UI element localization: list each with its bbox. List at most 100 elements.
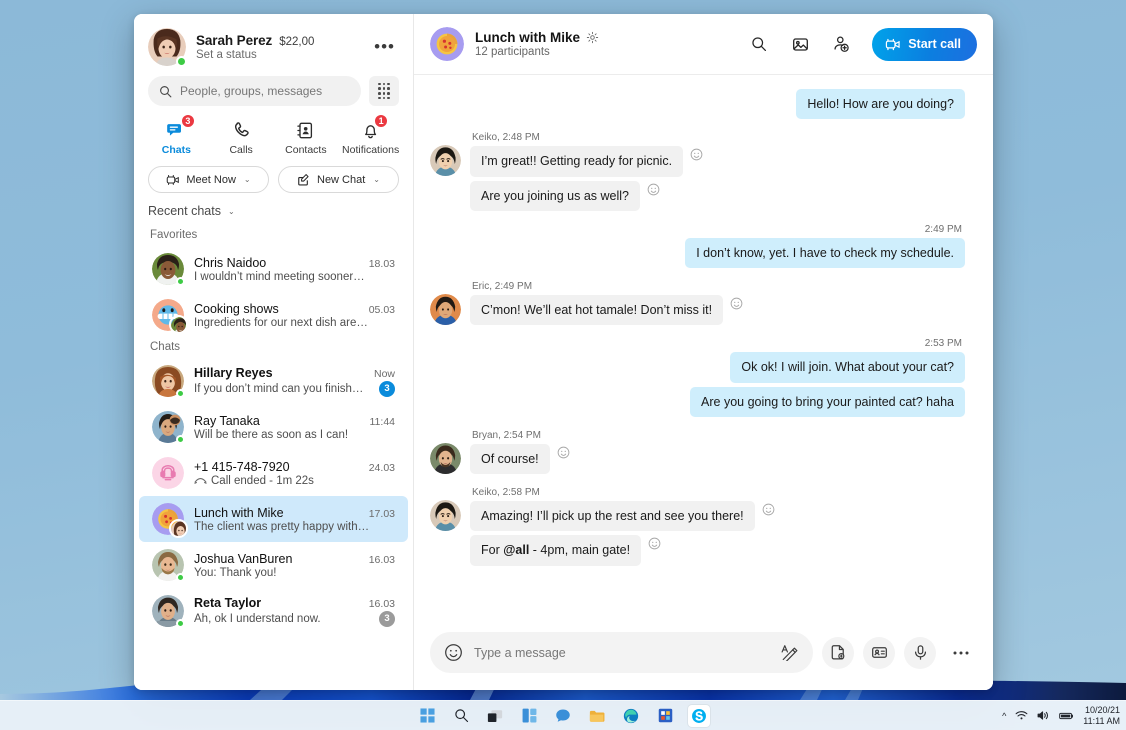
message-stack: Keiko, 2:58 PMAmazing! I’ll pick up the … — [470, 487, 775, 570]
message-bubble[interactable]: Ok ok! I will join. What about your cat? — [730, 352, 965, 382]
tab-calls[interactable]: Calls — [209, 118, 274, 156]
dialpad-icon[interactable] — [369, 76, 399, 106]
message-bubble[interactable]: Are you going to bring your painted cat?… — [690, 387, 965, 417]
chat-item-name: Hillary Reyes — [194, 366, 273, 380]
avatar-image — [430, 443, 461, 474]
chat-list-item[interactable]: Chris Naidoo18.03I wouldn’t mind meeting… — [139, 246, 408, 292]
search-conversation-button[interactable] — [744, 29, 774, 59]
widgets-button[interactable] — [518, 705, 540, 727]
message-input[interactable]: Type a message — [430, 632, 813, 673]
message-row: Hello! How are you doing? — [796, 89, 965, 119]
meet-now-label: Meet Now — [186, 174, 236, 186]
message-group: 2:53 PM Ok ok! I will join. What about yo… — [430, 338, 965, 421]
smiley-icon[interactable] — [444, 643, 463, 662]
message-sender-avatar[interactable] — [430, 500, 461, 531]
start-button[interactable] — [416, 705, 438, 727]
recent-chats-header[interactable]: Recent chats ⌄ — [134, 203, 413, 226]
video-camera-icon — [166, 174, 180, 186]
message-stack: 2:49 PMI don’t know, yet. I have to chec… — [685, 224, 965, 272]
chat-item-time: Now — [374, 368, 395, 380]
skype-button[interactable] — [688, 705, 710, 727]
profile-status[interactable]: Set a status — [196, 49, 360, 61]
clock[interactable]: 10/20/21 11:11 AM — [1083, 705, 1120, 726]
message-sender-avatar[interactable] — [430, 294, 461, 325]
tab-contacts[interactable]: Contacts — [274, 118, 339, 156]
chevron-down-icon[interactable]: ⌄ — [373, 175, 380, 184]
store-button[interactable] — [654, 705, 676, 727]
chevron-down-icon[interactable]: ⌄ — [228, 207, 235, 216]
add-reaction-icon[interactable] — [648, 537, 661, 550]
search-input[interactable]: People, groups, messages — [148, 76, 361, 106]
message-list[interactable]: Hello! How are you doing?Keiko, 2:48 PMI… — [414, 75, 993, 624]
wifi-icon[interactable] — [1015, 710, 1028, 721]
profile-row[interactable]: Sarah Perez $22,00 Set a status ••• — [134, 14, 413, 74]
chat-item-time: 24.03 — [369, 462, 395, 474]
message-bubble[interactable]: For @all - 4pm, main gate! — [470, 535, 641, 565]
edge-button[interactable] — [620, 705, 642, 727]
chat-list-item[interactable]: Hillary ReyesNowIf you don’t mind can yo… — [139, 358, 408, 404]
add-people-button[interactable] — [826, 29, 856, 59]
tray-overflow-button[interactable]: ^ — [1002, 711, 1006, 721]
gear-icon[interactable] — [586, 31, 599, 44]
conversation-info: Lunch with Mike 12 participants — [475, 30, 733, 58]
chat-list-item[interactable]: Joshua VanBuren16.03You: Thank you! — [139, 542, 408, 588]
add-reaction-icon[interactable] — [730, 297, 743, 310]
tab-chats-label: Chats — [162, 144, 191, 156]
chat-list-item[interactable]: Cooking shows05.03Ingredients for our ne… — [139, 292, 408, 338]
contact-card-button[interactable] — [863, 637, 895, 669]
add-reaction-icon[interactable] — [690, 148, 703, 161]
chevron-down-icon[interactable]: ⌄ — [244, 175, 251, 184]
chat-button[interactable] — [552, 705, 574, 727]
presence-indicator-online — [176, 56, 187, 67]
battery-icon[interactable] — [1059, 711, 1074, 721]
chat-list-item[interactable]: Reta Taylor16.03Ah, ok I understand now.… — [139, 588, 408, 634]
chat-list-item[interactable]: Lunch with Mike17.03The client was prett… — [139, 496, 408, 542]
text-format-icon[interactable] — [780, 644, 799, 661]
message-bubble[interactable]: Hello! How are you doing? — [796, 89, 965, 119]
attach-file-button[interactable] — [822, 637, 854, 669]
avatar[interactable] — [148, 28, 186, 66]
message-bubble[interactable]: C’mon! We’ll eat hot tamale! Don’t miss … — [470, 295, 723, 325]
file-explorer-button[interactable] — [586, 705, 608, 727]
message-sender-avatar[interactable] — [430, 443, 461, 474]
chat-item-body: Hillary ReyesNowIf you don’t mind can yo… — [194, 366, 395, 397]
message-bubble[interactable]: I’m great!! Getting ready for picnic. — [470, 146, 683, 176]
chat-list[interactable]: FavoritesChris Naidoo18.03I wouldn’t min… — [134, 226, 413, 690]
message-bubble[interactable]: Amazing! I’ll pick up the rest and see y… — [470, 501, 755, 531]
message-sender-avatar[interactable] — [430, 145, 461, 176]
chat-item-preview: The client was pretty happy with… — [194, 521, 369, 533]
composer: Type a message — [414, 624, 993, 690]
avatar-image — [430, 294, 461, 325]
profile-more-button[interactable]: ••• — [370, 42, 399, 52]
message-stack: Hello! How are you doing? — [796, 89, 965, 123]
search-button[interactable] — [450, 705, 472, 727]
audio-message-button[interactable] — [904, 637, 936, 669]
message-bubble[interactable]: I don’t know, yet. I have to check my sc… — [685, 238, 965, 268]
list-section-title: Favorites — [134, 226, 413, 246]
add-reaction-icon[interactable] — [557, 446, 570, 459]
tab-notifications[interactable]: 1 Notifications — [338, 118, 403, 156]
chat-list-item[interactable]: Ray Tanaka11:44Will be there as soon as … — [139, 404, 408, 450]
avatar — [152, 299, 184, 331]
tab-chats[interactable]: 3 Chats — [144, 118, 209, 156]
chats-badge: 3 — [181, 114, 195, 128]
start-call-button[interactable]: Start call — [872, 28, 977, 61]
add-reaction-icon[interactable] — [762, 503, 775, 516]
chat-item-body: Ray Tanaka11:44Will be there as soon as … — [194, 414, 395, 441]
chat-item-preview: Call ended - 1m 22s — [194, 475, 314, 487]
message-bubble[interactable]: Of course! — [470, 444, 550, 474]
message-input-placeholder: Type a message — [474, 646, 769, 660]
chat-item-preview-text: Call ended - 1m 22s — [211, 475, 314, 487]
conversation-avatar[interactable] — [430, 27, 464, 61]
message-bubble[interactable]: Are you joining us as well? — [470, 181, 640, 211]
message-meta: 2:53 PM — [923, 338, 965, 349]
chat-list-item[interactable]: +1 415-748-792024.03Call ended - 1m 22s — [139, 450, 408, 496]
compose-icon — [297, 173, 311, 187]
task-view-button[interactable] — [484, 705, 506, 727]
gallery-button[interactable] — [785, 29, 815, 59]
more-options-button[interactable] — [945, 637, 977, 669]
new-chat-button[interactable]: New Chat ⌄ — [278, 166, 399, 193]
add-reaction-icon[interactable] — [647, 183, 660, 196]
speaker-icon[interactable] — [1037, 710, 1050, 721]
meet-now-button[interactable]: Meet Now ⌄ — [148, 166, 269, 193]
